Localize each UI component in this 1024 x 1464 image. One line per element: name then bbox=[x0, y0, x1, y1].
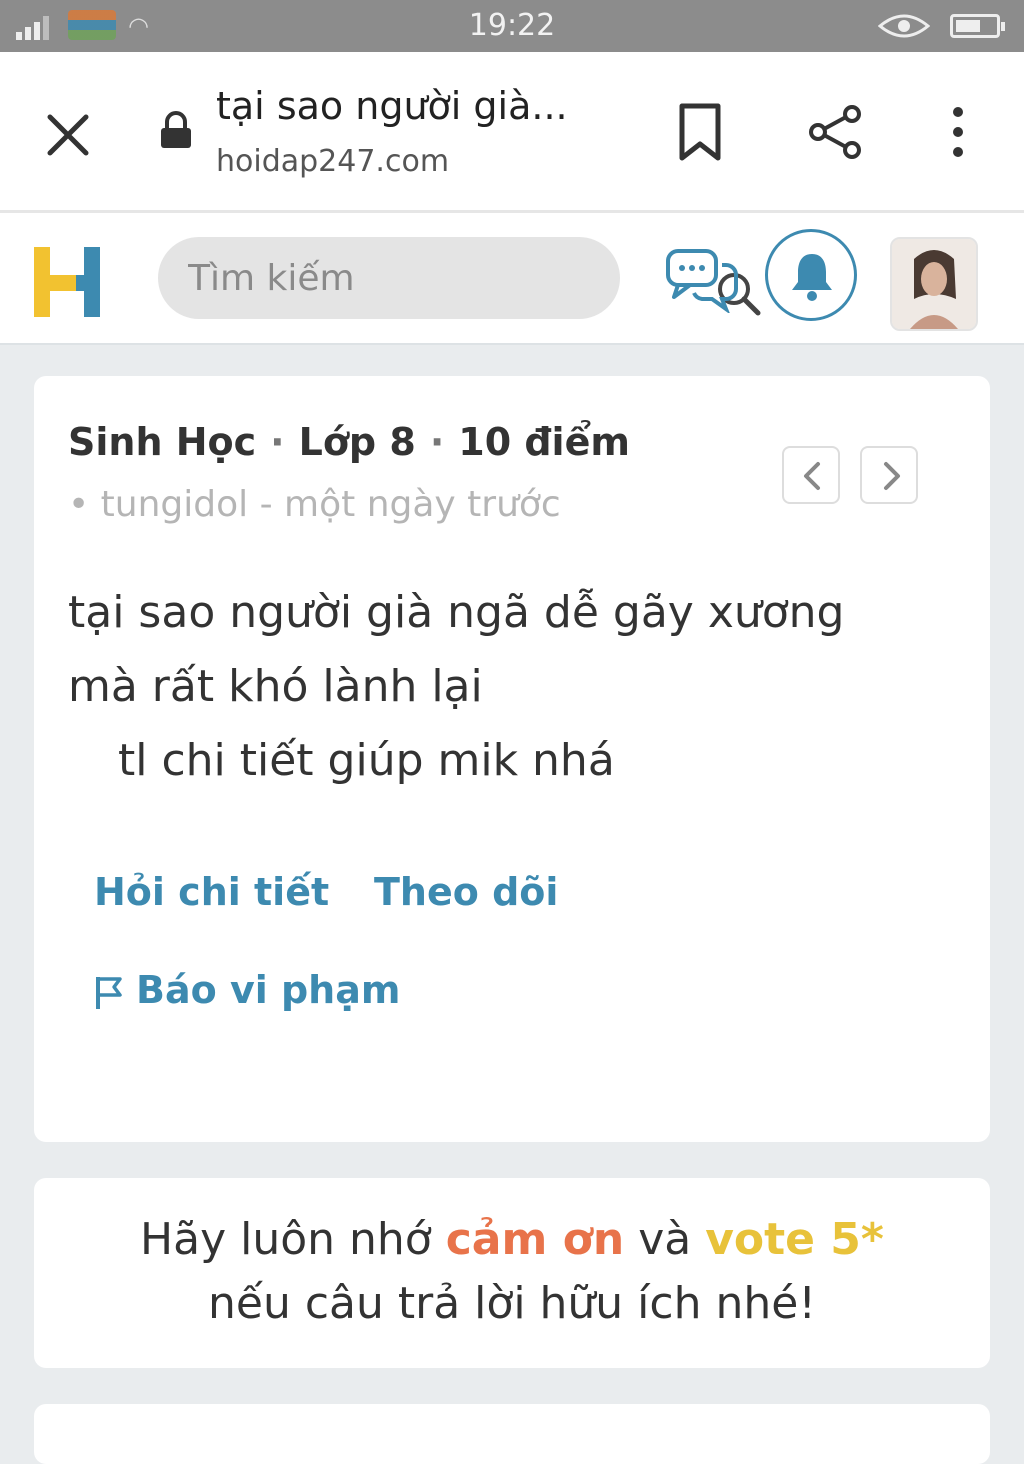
thanks-line-1: Hãy luôn nhớ cảm ơn và vote 5* bbox=[34, 1214, 990, 1265]
thanks-reminder-card: Hãy luôn nhớ cảm ơn và vote 5* nếu câu t… bbox=[34, 1178, 990, 1368]
browser-toolbar: tại sao người già... hoidap247.com bbox=[0, 52, 1024, 213]
subject-label[interactable]: Sinh Học bbox=[68, 420, 256, 464]
next-question-button[interactable] bbox=[860, 446, 918, 504]
share-icon[interactable] bbox=[806, 102, 866, 162]
question-line: mà rất khó lành lại bbox=[68, 661, 483, 712]
question-meta: Sinh Học · Lớp 8 · 10 điểm bbox=[68, 420, 630, 464]
question-line: tl chi tiết giúp mik nhá bbox=[118, 735, 615, 786]
answer-card bbox=[34, 1404, 990, 1464]
status-bar: ◠ 19:22 bbox=[0, 0, 1024, 52]
avatar-image bbox=[892, 239, 976, 329]
question-line: tại sao người già ngã dễ gãy xương bbox=[68, 587, 845, 638]
close-icon[interactable] bbox=[40, 107, 96, 163]
chevron-right-icon bbox=[884, 462, 900, 490]
search-box[interactable] bbox=[158, 237, 761, 319]
chevron-left-icon bbox=[804, 462, 820, 490]
vote-highlight: vote 5* bbox=[705, 1214, 884, 1265]
separator-dot: · bbox=[429, 420, 445, 464]
chat-icon[interactable] bbox=[664, 243, 740, 313]
thanks-text: Hãy luôn nhớ bbox=[140, 1214, 446, 1265]
page-url[interactable]: hoidap247.com bbox=[216, 144, 449, 179]
avatar[interactable] bbox=[890, 237, 978, 331]
status-time: 19:22 bbox=[468, 8, 556, 43]
thanks-line-2: nếu câu trả lời hữu ích nhé! bbox=[208, 1278, 816, 1329]
notifications-button[interactable] bbox=[765, 229, 857, 321]
thanks-text: và bbox=[624, 1214, 706, 1265]
flag-icon bbox=[96, 976, 122, 1009]
thanks-highlight: cảm ơn bbox=[445, 1214, 625, 1265]
bookmark-icon[interactable] bbox=[676, 102, 724, 162]
report-label: Báo vi phạm bbox=[136, 968, 401, 1012]
battery-icon bbox=[950, 14, 1005, 38]
search-input[interactable] bbox=[188, 237, 548, 319]
ask-detail-link[interactable]: Hỏi chi tiết bbox=[94, 870, 329, 914]
follow-link[interactable]: Theo dõi bbox=[374, 870, 558, 914]
grade-label[interactable]: Lớp 8 bbox=[299, 420, 416, 464]
report-link[interactable]: Báo vi phạm bbox=[92, 968, 400, 1012]
site-header bbox=[0, 213, 1024, 345]
hoidap247-logo[interactable] bbox=[32, 243, 102, 319]
page-title[interactable]: tại sao người già... bbox=[216, 84, 568, 128]
separator-dot: · bbox=[270, 420, 285, 464]
author-line: • tungidol - một ngày trước bbox=[68, 484, 561, 525]
more-vert-icon[interactable] bbox=[940, 102, 976, 162]
question-body: tại sao người già ngã dễ gãy xương mà rấ… bbox=[68, 576, 948, 798]
question-card: Sinh Học · Lớp 8 · 10 điểm • tungidol - một … bbox=[34, 376, 990, 1142]
previous-question-button[interactable] bbox=[782, 446, 840, 504]
lock-icon bbox=[161, 111, 191, 148]
bell-icon bbox=[792, 254, 832, 301]
points-label: 10 điểm bbox=[458, 420, 630, 464]
eye-icon bbox=[878, 14, 930, 38]
